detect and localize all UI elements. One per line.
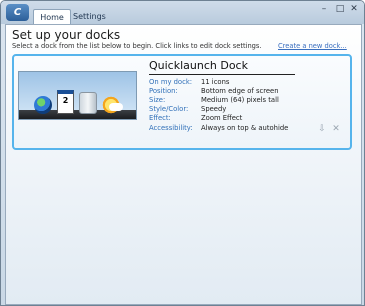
prop-label-position[interactable]: Position: (149, 87, 178, 95)
prop-label-effect[interactable]: Effect: (149, 114, 171, 122)
minimize-icon[interactable]: – (317, 3, 331, 15)
app-window: C Home Settings – □ ✕ Set up your docks … (0, 0, 365, 306)
dock-name-divider (149, 74, 295, 75)
prop-value-position: Bottom edge of screen (201, 87, 279, 95)
create-dock-link[interactable]: Create a new dock... (278, 42, 347, 50)
instructions-text: Select a dock from the list below to beg… (12, 42, 262, 50)
prop-value-accessibility: Always on top & autohide (201, 124, 289, 132)
dock-card[interactable]: 2 Quicklaunch Dock On my dock: 11 icons … (12, 54, 352, 150)
windows-start-icon (34, 96, 52, 114)
calendar-icon: 2 (57, 90, 74, 114)
dock-name[interactable]: Quicklaunch Dock (149, 59, 248, 72)
app-logo[interactable]: C (6, 4, 29, 21)
prop-label-size[interactable]: Size: (149, 96, 165, 104)
prop-value-size: Medium (64) pixels tall (201, 96, 279, 104)
recycle-bin-icon (79, 92, 97, 114)
delete-dock-icon[interactable]: ✕ (331, 124, 341, 134)
weather-icon (101, 94, 123, 114)
export-dock-icon[interactable]: ⇩ (317, 124, 327, 134)
prop-label-style[interactable]: Style/Color: (149, 105, 188, 113)
prop-value-icons: 11 icons (201, 78, 230, 86)
prop-label-icons[interactable]: On my dock: (149, 78, 192, 86)
prop-value-effect: Zoom Effect (201, 114, 243, 122)
close-icon[interactable]: ✕ (345, 3, 363, 15)
prop-value-style: Speedy (201, 105, 227, 113)
title-bar: C Home Settings – □ ✕ (1, 1, 364, 25)
tab-settings[interactable]: Settings (73, 9, 106, 24)
tab-home[interactable]: Home (33, 9, 71, 25)
home-panel: Set up your docks Select a dock from the… (5, 24, 362, 305)
dock-preview[interactable]: 2 (18, 71, 137, 120)
page-title: Set up your docks (12, 28, 121, 42)
prop-label-accessibility[interactable]: Accessibility: (149, 124, 193, 132)
